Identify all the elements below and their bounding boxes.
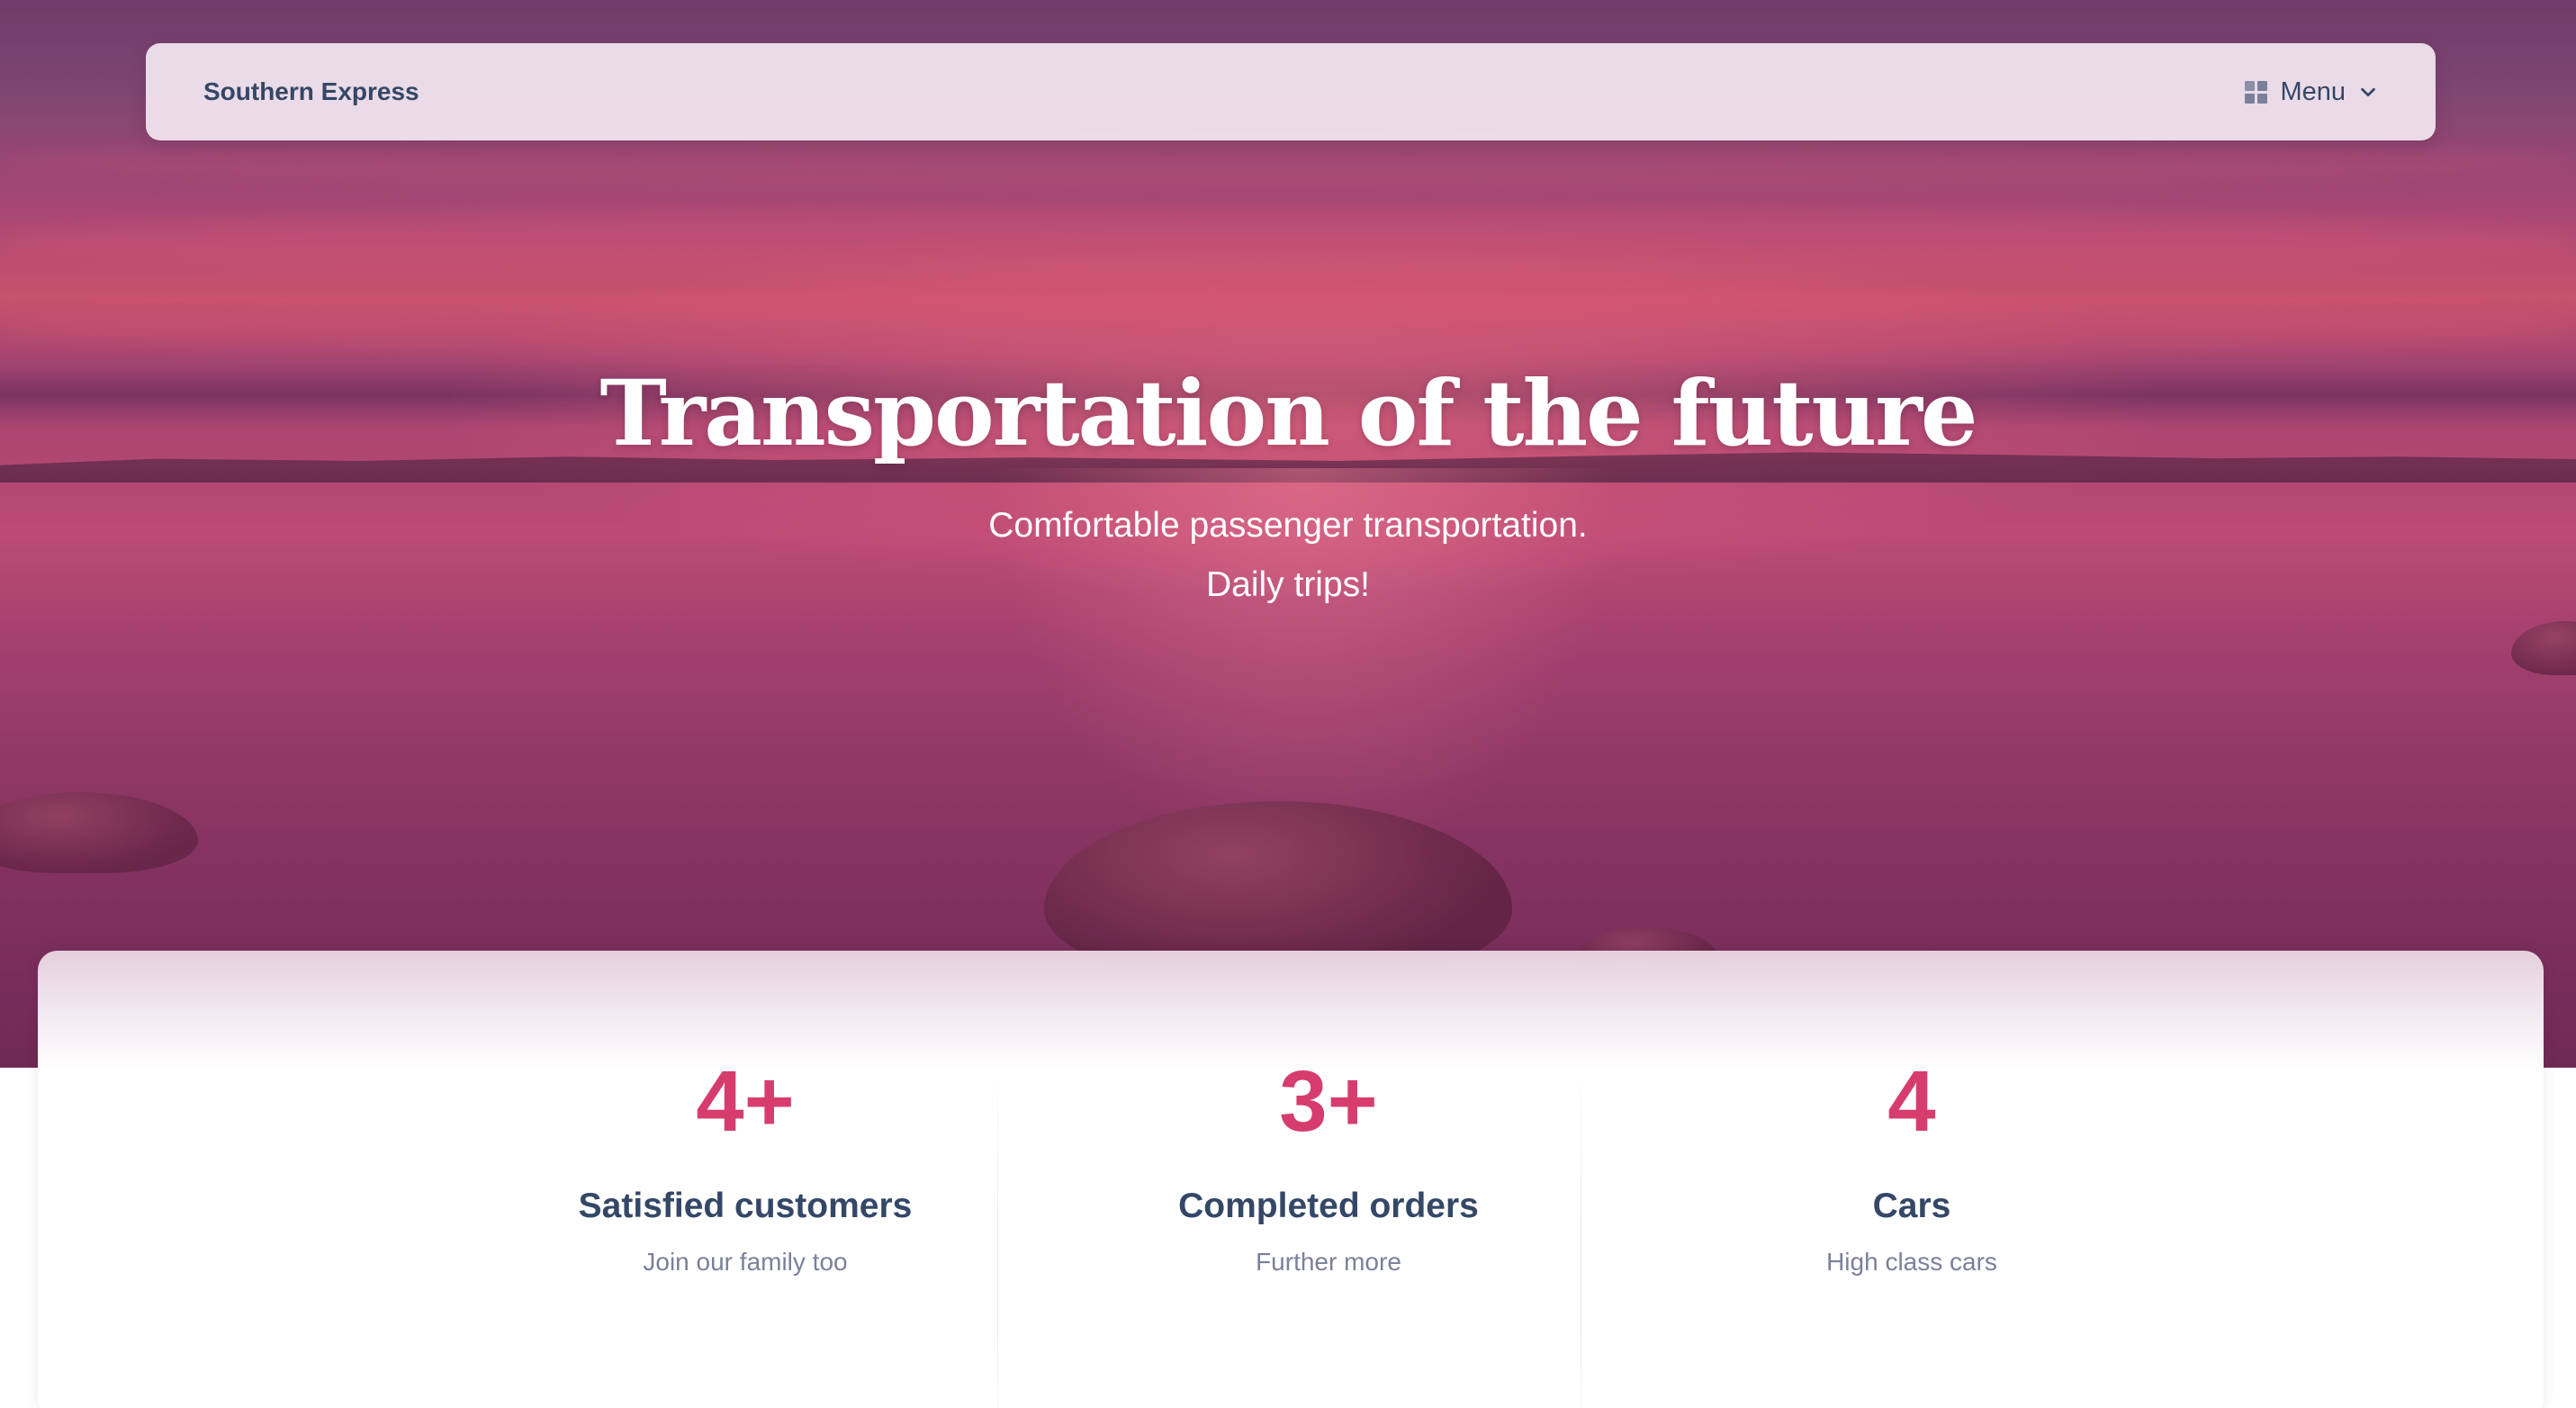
stat-number: 4+	[696, 1053, 795, 1150]
hero-title: Transportation of the future	[599, 360, 1977, 466]
stat-title: Completed orders	[1178, 1187, 1479, 1225]
stat-satisfied-customers: 4+ Satisfied customers Join our family t…	[454, 1059, 1037, 1277]
stat-number: 4	[1887, 1053, 1936, 1150]
stat-description: Join our family too	[643, 1248, 848, 1276]
menu-label: Menu	[2280, 77, 2346, 106]
menu-dropdown-button[interactable]: Menu	[2245, 77, 2378, 107]
grid-icon	[2245, 80, 2268, 104]
hero-subtitle-line-1: Comfortable passenger transportation.	[988, 506, 1588, 545]
navbar: Southern Express Menu	[146, 43, 2436, 140]
stats-card: 4+ Satisfied customers Join our family t…	[38, 951, 2544, 1408]
stat-description: Further more	[1256, 1248, 1401, 1276]
stat-divider	[997, 1068, 998, 1408]
page: Southern Express Menu Transportation of …	[0, 0, 2576, 1408]
stat-number: 3+	[1279, 1053, 1378, 1150]
hero-subtitle-line-2: Daily trips!	[1205, 565, 1371, 604]
stat-title: Cars	[1872, 1187, 1951, 1225]
stat-title: Satisfied customers	[578, 1187, 913, 1225]
stat-completed-orders: 3+ Completed orders Further more	[1037, 1059, 1620, 1277]
stat-cars: 4 Cars High class cars	[1620, 1059, 2203, 1277]
stat-description: High class cars	[1826, 1248, 1997, 1276]
chevron-down-icon	[2358, 82, 2378, 102]
brand-link[interactable]: Southern Express	[203, 77, 419, 106]
